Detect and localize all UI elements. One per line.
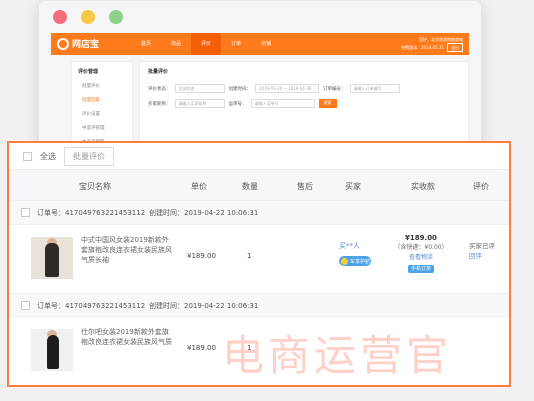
col-qty: 数量 bbox=[242, 182, 258, 191]
product-thumbnail[interactable] bbox=[31, 237, 73, 279]
view-logistics-link[interactable]: 查看物流 bbox=[391, 253, 451, 263]
review-status: 买家已评 bbox=[469, 242, 495, 250]
logo-icon bbox=[57, 37, 69, 50]
col-price: 单价 bbox=[191, 182, 207, 191]
waybill-input[interactable]: 请输入运单号 bbox=[250, 99, 315, 108]
created-label: 创建时间： bbox=[228, 86, 252, 92]
minimize-dot-icon[interactable] bbox=[81, 10, 95, 24]
plan-info: 免费版本：2019.05.31 bbox=[401, 45, 444, 50]
order-checkbox[interactable] bbox=[21, 208, 30, 217]
reply-review-link[interactable]: 回评 bbox=[469, 251, 509, 261]
select-all-checkbox[interactable] bbox=[23, 151, 32, 161]
maximize-dot-icon[interactable] bbox=[109, 10, 123, 24]
quantity: 1 bbox=[247, 252, 252, 260]
order-checkbox[interactable] bbox=[21, 301, 30, 310]
table-row: 中式中国风女装2019新款外套旗袍改良连衣裙女装民族风气质长袖 ¥189.00 … bbox=[9, 225, 509, 293]
nav-home[interactable]: 首页 bbox=[131, 33, 161, 55]
col-after-sale: 售后 bbox=[297, 182, 313, 191]
watermark-text: 电商运营官 bbox=[222, 331, 453, 380]
select-all-label: 全选 bbox=[40, 151, 56, 161]
nav-shop[interactable]: 店铺 bbox=[251, 33, 281, 55]
order-created-time: 创建时间：2019-04-22 10:06:31 bbox=[149, 302, 259, 310]
amount: ¥189.00 bbox=[405, 234, 437, 242]
top-nav-bar: 网店宝 首页 商品 评价 订单 店铺 您好，北京旅游购物商城 免费版本：2019… bbox=[51, 33, 469, 55]
sidebar-item-batch-reply[interactable]: 批量回复 bbox=[72, 93, 132, 107]
amount-note: （含快递：¥0.00） bbox=[394, 244, 448, 251]
buyer-input[interactable]: 请输入买家昵称 bbox=[174, 99, 225, 108]
status-label: 评价状态： bbox=[148, 86, 171, 92]
buyer-name[interactable]: 买**人 bbox=[339, 241, 360, 251]
user-info: 您好，北京旅游购物商城 免费版本：2019.05.31 退出 bbox=[401, 36, 463, 52]
order-header: 订单号：417049763221453112 创建时间：2019-04-22 1… bbox=[9, 293, 509, 317]
order-created-time: 创建时间：2019-04-22 10:06:31 bbox=[149, 209, 259, 217]
buyer-label: 买家昵称： bbox=[148, 101, 171, 107]
search-button[interactable]: 搜索 bbox=[318, 99, 337, 108]
sidebar-item-batch-review[interactable]: 批量评价 bbox=[72, 79, 132, 93]
waybill-label: 运单号： bbox=[228, 101, 247, 107]
nav-goods[interactable]: 商品 bbox=[161, 33, 191, 55]
order-type-tag: 手机订单 bbox=[407, 265, 434, 273]
unit-price: ¥189.00 bbox=[187, 344, 216, 352]
logo-text: 网店宝 bbox=[72, 40, 100, 50]
order-no-input[interactable]: 请输入订单编号 bbox=[349, 84, 400, 93]
sidebar-heading: 评价管理 bbox=[78, 69, 99, 75]
col-buyer: 买家 bbox=[345, 182, 361, 191]
panel-title: 批量评价 bbox=[148, 69, 169, 75]
order-number: 订单号：417049763221453112 bbox=[37, 209, 146, 217]
col-amount: 实收款 bbox=[411, 182, 435, 191]
order-number: 订单号：417049763221453112 bbox=[37, 302, 146, 310]
review-cell: 买家已评 回评 bbox=[469, 241, 509, 261]
close-dot-icon[interactable] bbox=[53, 10, 67, 24]
logout-button[interactable]: 退出 bbox=[447, 43, 463, 52]
product-title[interactable]: 中式中国风女装2019新款外套旗袍改良连衣裙女装民族风气质长袖 bbox=[81, 235, 173, 265]
table-header: 宝贝名称 单价 数量 售后 买家 实收款 评价 bbox=[9, 169, 509, 201]
nav-reviews[interactable]: 评价 bbox=[191, 33, 222, 55]
product-thumbnail[interactable] bbox=[31, 329, 73, 371]
date-range-input[interactable]: 2019-03-20 ~ 2019-04-30 bbox=[255, 84, 319, 93]
col-review: 评价 bbox=[473, 182, 489, 191]
product-title[interactable]: 仕尔吧女装2019新款外套旗袍改良连衣裙女装民族风气质 bbox=[81, 327, 173, 347]
table-toolbar: 全选 批量评价 bbox=[9, 143, 509, 169]
nav-orders[interactable]: 订单 bbox=[221, 33, 251, 55]
buyer-badge-label: 车享护航 bbox=[350, 258, 371, 265]
user-greeting: 您好，北京旅游购物商城 bbox=[419, 37, 463, 42]
sidebar-item-negative-manage[interactable]: 中差评管理 bbox=[72, 121, 132, 135]
coin-icon bbox=[341, 257, 348, 265]
batch-review-button[interactable]: 批量评价 bbox=[64, 146, 114, 166]
order-no-label: 订单编号： bbox=[323, 86, 346, 92]
logo[interactable]: 网店宝 bbox=[57, 37, 99, 50]
main-nav: 首页 商品 评价 订单 店铺 bbox=[131, 33, 281, 55]
unit-price: ¥189.00 bbox=[187, 252, 216, 260]
payment-cell: ¥189.00 （含快递：¥0.00） 查看物流 手机订单 bbox=[391, 233, 451, 273]
buyer-badge: 车享护航 bbox=[339, 256, 371, 266]
app-window: 网店宝 首页 商品 评价 订单 店铺 您好，北京旅游购物商城 免费版本：2019… bbox=[38, 0, 482, 161]
status-select[interactable]: 全部状态 bbox=[174, 84, 225, 93]
sidebar-item-review-settings[interactable]: 评价设置 bbox=[72, 107, 132, 121]
col-item-name: 宝贝名称 bbox=[79, 182, 111, 191]
order-header: 订单号：417049763221453112 创建时间：2019-04-22 1… bbox=[9, 201, 509, 225]
